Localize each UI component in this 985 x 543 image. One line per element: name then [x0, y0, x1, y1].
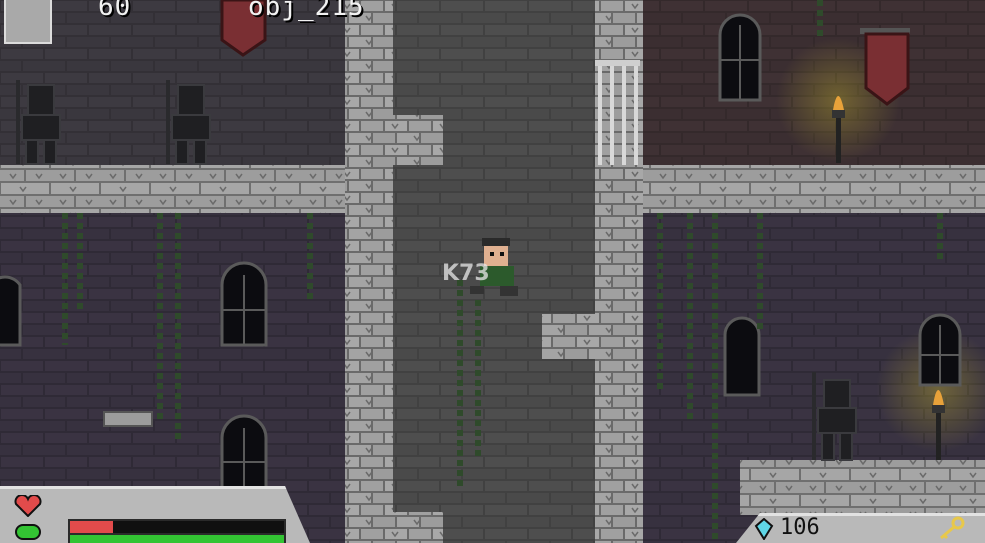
object-label: obj_215 — [248, 0, 365, 22]
gem-counter-panel: 106 — [736, 513, 985, 543]
stamina-gem-icon — [15, 524, 41, 540]
gem-count: 106 — [780, 515, 820, 540]
gem-icon — [754, 518, 774, 540]
level-background: K73 — [0, 0, 985, 543]
svg-text:K73: K73 — [442, 261, 490, 286]
stamina-bar — [68, 533, 286, 543]
health-bar-fill — [70, 521, 113, 533]
status-panel — [0, 486, 310, 543]
game-scene: K73 60 obj_215 106 — [0, 0, 985, 543]
fps-counter: 60 — [98, 0, 132, 22]
key-icon — [940, 516, 965, 540]
stamina-bar-fill — [70, 535, 284, 543]
heart-icon — [14, 495, 42, 517]
menu-tab[interactable] — [4, 0, 52, 44]
